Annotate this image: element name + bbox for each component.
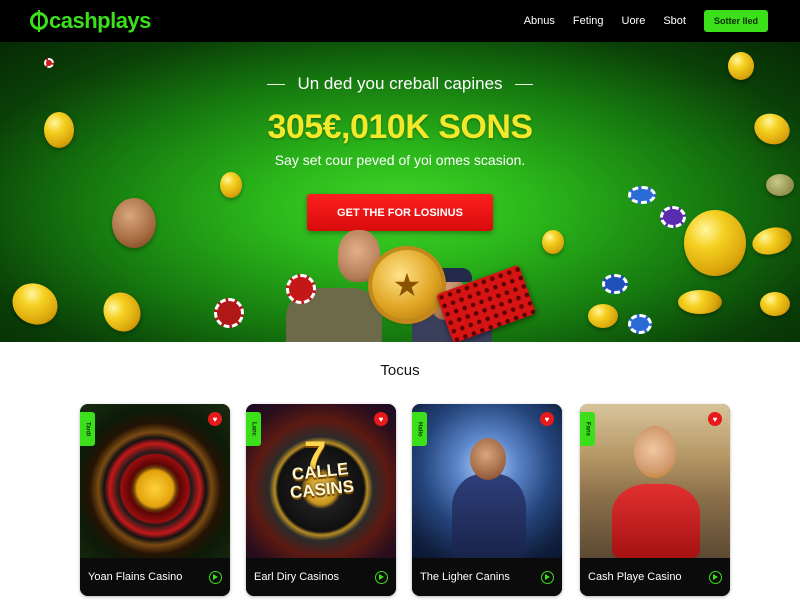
nav-link-4[interactable]: Sbot [663,15,686,27]
corner-tag: Fans [580,412,595,446]
game-name: Cash Playe Casino [588,571,682,583]
hero-cta-button[interactable]: GET THE FOR LOSINUS [307,194,493,231]
favorite-icon[interactable]: ♥ [374,412,388,426]
signup-button[interactable]: Sotter lled [703,10,768,32]
casino-chip-icon [628,314,652,334]
logo-text: cashplays [49,8,151,33]
divider [267,83,286,85]
hero-subline: Say set cour peved of yoi omes scasion. [274,152,526,168]
coin-icon [749,223,795,259]
nav-link-2[interactable]: Feting [573,15,604,27]
main-nav: Abnus Feting Uore Sbot Sotter lled [524,10,768,32]
game-name: The Ligher Canins [420,571,510,583]
queen-body [612,484,700,558]
corner-tag: Lanc [246,412,261,446]
section-title: Tocus [380,362,420,379]
play-icon[interactable] [709,570,722,584]
casino-sign-art: CALLE CASINS [246,404,396,558]
hero-tagline-row: Un ded you creball capines [0,74,800,94]
coin-icon [760,292,790,316]
hero-headline: 305€,010K SONS [267,108,533,146]
play-icon[interactable] [541,570,554,584]
game-card[interactable]: 7 CALLE CASINS Lanc ♥ Earl Diry Casinos [246,404,396,596]
game-card-footer: The Ligher Canins [412,558,562,596]
casino-chip-icon [660,206,686,228]
coin-icon [542,230,564,254]
game-name: Earl Diry Casinos [254,571,339,583]
game-card-footer: Cash Playe Casino [580,558,730,596]
corner-tag: Tardi [80,412,95,446]
game-card[interactable]: Hallo ♥ The Ligher Canins [412,404,562,596]
game-card[interactable]: Fans ♥ Cash Playe Casino [580,404,730,596]
casino-sign-text: CALLE CASINS [288,459,355,503]
game-name: Yoan Flains Casino [88,571,183,583]
casino-chip-icon [44,58,54,68]
play-icon[interactable] [209,570,222,584]
hero-tagline: Un ded you creball capines [297,74,503,93]
hero-banner: Un ded you creball capines 305€,010K SON… [0,42,800,342]
game-card[interactable]: Tardi ♥ Yoan Flains Casino [80,404,230,596]
casino-chip-icon [214,298,244,328]
divider [514,83,533,85]
coin-icon [766,174,794,196]
nav-link-1[interactable]: Abnus [524,15,555,27]
casino-chip-icon [602,274,628,294]
game-card-footer: Yoan Flains Casino [80,558,230,596]
coin-icon [96,285,148,339]
queen-head [634,426,676,478]
casino-chip-icon [286,274,316,304]
favorite-icon[interactable]: ♥ [208,412,222,426]
logo[interactable]: cashplays [30,8,151,34]
coin-icon [588,304,618,328]
roulette-wheel-icon [80,404,230,558]
corner-tag: Hallo [412,412,427,446]
game-card-footer: Earl Diry Casinos [246,558,396,596]
favorite-icon[interactable]: ♥ [708,412,722,426]
warrior-body [452,474,526,558]
nav-link-3[interactable]: Uore [622,15,646,27]
warrior-head [470,438,506,480]
coin-icon [684,210,746,276]
coin-icon [678,290,722,314]
coin-icon [220,172,242,198]
top-nav-bar: cashplays Abnus Feting Uore Sbot Sotter … [0,0,800,42]
star-medal-icon: ★ [372,250,442,320]
coin-icon [5,276,65,332]
favorite-icon[interactable]: ♥ [540,412,554,426]
logo-cent-icon [30,10,48,32]
play-icon[interactable] [375,570,388,584]
casino-chip-icon [628,186,656,204]
coin-icon [112,198,156,248]
